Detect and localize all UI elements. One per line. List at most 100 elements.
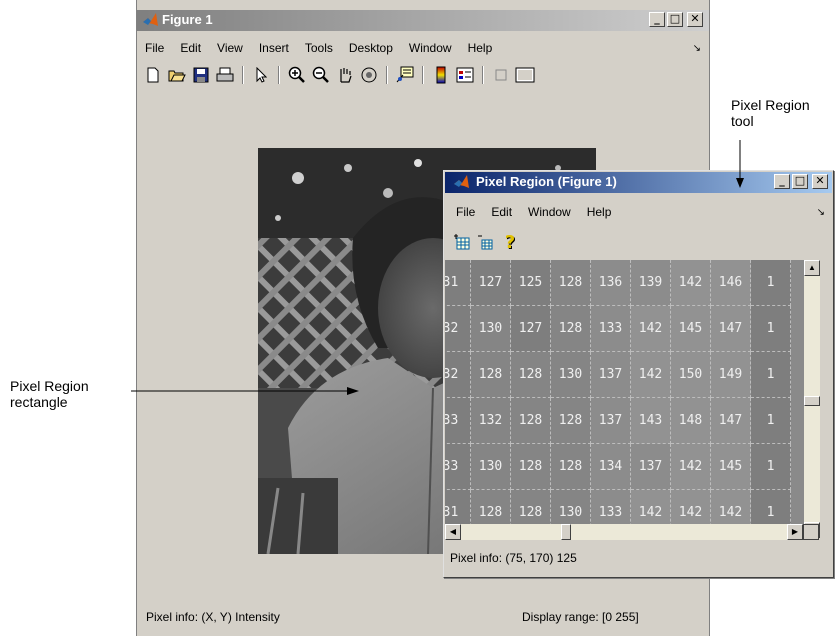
menu-insert[interactable]: Insert bbox=[251, 41, 297, 55]
callout-pixel-region-tool: Pixel Region tool bbox=[731, 97, 810, 129]
pixel-value-grid[interactable]: 31 127 125 128 136 139 142 146 1 32 130 127 128 133 14… bbox=[445, 260, 804, 538]
menu-window[interactable]: Window bbox=[520, 205, 579, 219]
pixel-value-cell: 148 bbox=[671, 398, 711, 444]
pixel-value-cell: 33 bbox=[445, 444, 471, 490]
save-icon[interactable] bbox=[189, 64, 213, 86]
pixel-value-cell: 150 bbox=[671, 352, 711, 398]
callout-tool-arrow bbox=[736, 140, 744, 188]
pixel-value-cell: 137 bbox=[591, 352, 631, 398]
maximize-button[interactable]: □ bbox=[667, 12, 683, 27]
print-icon[interactable] bbox=[213, 64, 237, 86]
pixel-value-cell: 128 bbox=[471, 352, 511, 398]
vertical-scrollbar[interactable]: ▲ ▼ bbox=[804, 260, 820, 538]
vertical-scroll-thumb[interactable] bbox=[804, 396, 820, 406]
hide-plot-tools-icon[interactable] bbox=[489, 64, 513, 86]
pixel-value-cell: 127 bbox=[471, 260, 511, 306]
pixel-region-window: Pixel Region (Figure 1) _ □ ✕ File Edit … bbox=[443, 170, 834, 578]
pixel-value-cell: 147 bbox=[711, 398, 751, 444]
minimize-button[interactable]: _ bbox=[774, 174, 790, 189]
figure-toolbar bbox=[137, 62, 709, 88]
toolbar-separator bbox=[242, 66, 244, 84]
pixel-value-cell: 143 bbox=[631, 398, 671, 444]
pixel-value-cell: 130 bbox=[471, 306, 511, 352]
close-button[interactable]: ✕ bbox=[812, 174, 828, 189]
colorbar-icon[interactable] bbox=[429, 64, 453, 86]
close-button[interactable]: ✕ bbox=[687, 12, 703, 27]
pixel-value-cell: 32 bbox=[445, 306, 471, 352]
pixel-region-title: Pixel Region (Figure 1) bbox=[476, 174, 617, 189]
data-cursor-icon[interactable] bbox=[393, 64, 417, 86]
new-figure-icon[interactable] bbox=[141, 64, 165, 86]
zoom-out-icon[interactable] bbox=[309, 64, 333, 86]
minimize-button[interactable]: _ bbox=[649, 12, 665, 27]
pixel-value-cell: 1 bbox=[751, 306, 791, 352]
menu-dock-arrow-icon[interactable]: ↘ bbox=[685, 43, 709, 54]
pixel-value-cell: 145 bbox=[671, 306, 711, 352]
menu-file[interactable]: File bbox=[137, 41, 172, 55]
select-arrow-icon[interactable] bbox=[249, 64, 273, 86]
figure-title: Figure 1 bbox=[162, 12, 213, 27]
pixel-value-cell: 33 bbox=[445, 398, 471, 444]
callout-rect-line2: rectangle bbox=[10, 394, 68, 410]
pixel-value-cell: 1 bbox=[751, 398, 791, 444]
pixel-value-cell: 1 bbox=[751, 260, 791, 306]
menu-desktop[interactable]: Desktop bbox=[341, 41, 401, 55]
pan-hand-icon[interactable] bbox=[333, 64, 357, 86]
pixel-value-cell: 136 bbox=[591, 260, 631, 306]
figure-status-display-range: Display range: [0 255] bbox=[522, 610, 639, 624]
callout-rect-line1: Pixel Region bbox=[10, 378, 89, 394]
menu-edit[interactable]: Edit bbox=[172, 41, 209, 55]
matlab-logo-icon bbox=[454, 175, 469, 188]
zoom-in-icon[interactable] bbox=[285, 64, 309, 86]
scroll-up-arrow-icon[interactable]: ▲ bbox=[804, 260, 820, 276]
pixel-value-cell: 146 bbox=[711, 260, 751, 306]
menu-window[interactable]: Window bbox=[401, 41, 460, 55]
pixel-value-cell: 125 bbox=[511, 260, 551, 306]
pixel-value-cell: 142 bbox=[671, 444, 711, 490]
menu-help[interactable]: Help bbox=[579, 205, 620, 219]
matlab-logo-icon bbox=[143, 13, 158, 26]
pixel-value-cell: 134 bbox=[591, 444, 631, 490]
figure-menubar: File Edit View Insert Tools Desktop Wind… bbox=[137, 38, 709, 58]
pixel-value-cell: 149 bbox=[711, 352, 751, 398]
menu-file[interactable]: File bbox=[448, 205, 483, 219]
rotate-3d-icon[interactable] bbox=[357, 64, 381, 86]
horizontal-scroll-thumb[interactable] bbox=[561, 524, 571, 540]
scroll-left-arrow-icon[interactable]: ◀ bbox=[445, 524, 461, 540]
callout-tool-line1: Pixel Region bbox=[731, 97, 810, 113]
shrink-region-icon[interactable] bbox=[474, 231, 498, 253]
scrollbar-corner bbox=[803, 524, 819, 540]
open-file-icon[interactable] bbox=[165, 64, 189, 86]
legend-icon[interactable] bbox=[453, 64, 477, 86]
toolbar-separator bbox=[422, 66, 424, 84]
pixel-region-menubar: File Edit Window Help ↘ bbox=[444, 202, 833, 222]
scroll-right-arrow-icon[interactable]: ▶ bbox=[787, 524, 803, 540]
menu-edit[interactable]: Edit bbox=[483, 205, 520, 219]
horizontal-scrollbar[interactable]: ◀ ▶ bbox=[445, 524, 819, 540]
figure-titlebar[interactable]: Figure 1 _ □ ✕ bbox=[137, 10, 709, 31]
help-icon[interactable]: ? bbox=[498, 231, 522, 253]
toolbar-separator bbox=[386, 66, 388, 84]
callout-rect-arrow bbox=[131, 387, 359, 395]
expand-region-icon[interactable] bbox=[450, 231, 474, 253]
pixel-region-titlebar[interactable]: Pixel Region (Figure 1) _ □ ✕ bbox=[445, 172, 832, 193]
pixel-value-cell: 139 bbox=[631, 260, 671, 306]
menu-tools[interactable]: Tools bbox=[297, 41, 341, 55]
pixel-region-toolbar: ? bbox=[444, 229, 833, 255]
pixel-value-cell: 147 bbox=[711, 306, 751, 352]
menu-view[interactable]: View bbox=[209, 41, 251, 55]
pixel-value-cell: 130 bbox=[551, 352, 591, 398]
pixel-value-cell: 133 bbox=[591, 306, 631, 352]
toolbar-separator bbox=[278, 66, 280, 84]
pixel-value-cell: 142 bbox=[631, 306, 671, 352]
pixel-value-cell: 1 bbox=[751, 352, 791, 398]
menu-help[interactable]: Help bbox=[460, 41, 501, 55]
pixel-value-cell: 128 bbox=[551, 306, 591, 352]
pixel-value-cell: 128 bbox=[511, 352, 551, 398]
maximize-button[interactable]: □ bbox=[792, 174, 808, 189]
menu-dock-arrow-icon[interactable]: ↘ bbox=[809, 207, 833, 218]
pixel-value-cell: 1 bbox=[751, 444, 791, 490]
pixel-value-cell: 142 bbox=[631, 352, 671, 398]
pixel-value-cell: 32 bbox=[445, 352, 471, 398]
show-plot-tools-icon[interactable] bbox=[513, 64, 537, 86]
